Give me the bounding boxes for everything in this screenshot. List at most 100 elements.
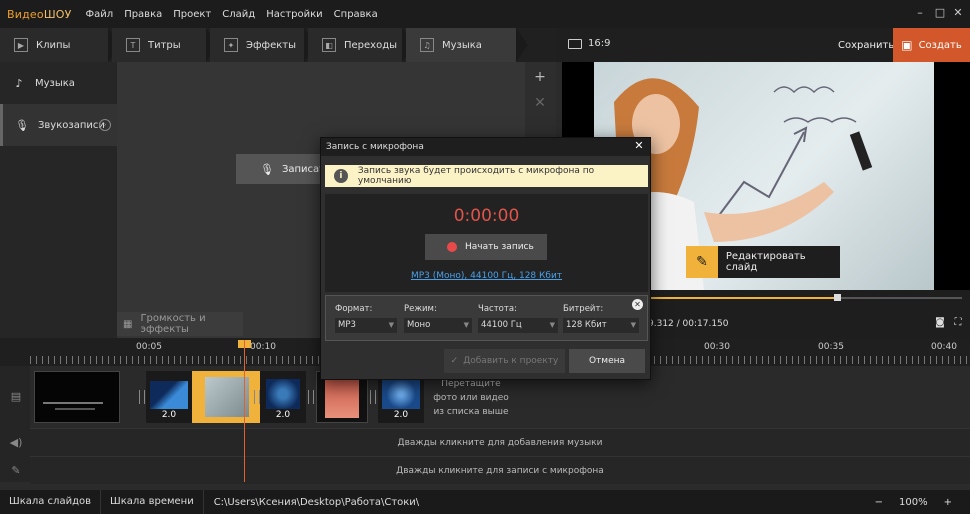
sidebar-item-label: Звукозаписи: [38, 119, 105, 131]
drag-handle[interactable]: [308, 390, 314, 404]
check-icon: ✓: [450, 356, 459, 366]
tab-music[interactable]: ♫ Музыка: [406, 28, 516, 62]
fullscreen-icon[interactable]: ⛶: [952, 317, 964, 329]
wand-icon: ✦: [224, 38, 238, 52]
bitrate-select[interactable]: 128 Кбит ▼: [563, 318, 639, 333]
save-button[interactable]: Сохранить: [838, 40, 894, 51]
transition-icon: ◧: [322, 38, 336, 52]
tab-label: Титры: [148, 39, 181, 51]
text-icon: T: [126, 38, 140, 52]
timecode: 9.312 / 00:17.150: [648, 319, 729, 329]
record-button[interactable]: 🎙 Записать: [236, 154, 331, 184]
add-icon[interactable]: +: [533, 70, 547, 84]
chevron-right-icon: ›: [99, 119, 111, 131]
tick-label: 00:30: [704, 342, 730, 352]
close-icon[interactable]: ✕: [950, 5, 966, 21]
sidebar-item-recordings[interactable]: 🎙 Звукозаписи ›: [0, 104, 117, 146]
menu-project[interactable]: Проект: [173, 9, 211, 20]
edit-slide-label: Редактировать слайд: [725, 251, 806, 273]
tab-clips[interactable]: ▶ Клипы: [0, 28, 108, 62]
play-icon: ▶: [14, 38, 28, 52]
minimize-icon[interactable]: –: [912, 5, 928, 21]
music-track-hint: Дважды кликните для добавления музыки: [397, 438, 603, 448]
dialog-notice: i Запись звука будет происходить с микро…: [325, 165, 648, 187]
menu-edit[interactable]: Правка: [124, 9, 162, 20]
pencil-icon: ✎: [686, 246, 718, 278]
menu-help[interactable]: Справка: [334, 9, 378, 20]
add-to-project-label: Добавить к проекту: [463, 356, 559, 366]
transition-duration: 2.0: [161, 410, 177, 420]
progress-slider[interactable]: [650, 294, 962, 301]
tab-separator: [516, 28, 528, 62]
music-track[interactable]: Дважды кликните для добавления музыки: [30, 428, 970, 456]
slide-thumbnail-selected[interactable]: [192, 371, 260, 423]
record-dot-icon: [447, 242, 457, 252]
dialog-title: Запись с микрофона: [321, 138, 650, 156]
tab-label: Музыка: [442, 39, 482, 51]
tab-titles[interactable]: T Титры: [112, 28, 206, 62]
tab-time-scale[interactable]: Шкала времени: [101, 490, 204, 514]
create-label: Создать: [918, 39, 962, 51]
zoom-level: 100%: [899, 496, 928, 508]
cancel-button[interactable]: Отмена: [569, 349, 645, 373]
tab-transitions[interactable]: ◧ Переходы: [308, 28, 402, 62]
menu-settings[interactable]: Настройки: [266, 9, 322, 20]
notice-text: Запись звука будет происходить с микрофо…: [357, 166, 595, 186]
volume-effects-label: Громкость и эффекты: [140, 313, 206, 335]
transition-duration: 2.0: [275, 410, 291, 420]
add-to-project-button[interactable]: ✓ Добавить к проекту: [444, 349, 565, 373]
bitrate-label: Битрейт:: [563, 304, 604, 314]
delete-icon[interactable]: ✕: [533, 96, 547, 110]
rate-value: 44100 Гц: [481, 320, 522, 330]
zoom-out-button[interactable]: −: [875, 497, 883, 508]
maximize-icon[interactable]: □: [932, 5, 948, 21]
mode-value: Моно: [407, 320, 431, 330]
chevron-down-icon: ▼: [463, 321, 469, 329]
drag-handle[interactable]: [139, 390, 145, 404]
speaker-icon: ◀): [9, 436, 23, 449]
volume-effects-icon: ▦: [123, 318, 133, 330]
volume-effects-button[interactable]: ▦ Громкость и эффекты: [117, 312, 243, 336]
music-icon: ♪: [15, 76, 23, 90]
microphone-icon: ✎: [11, 464, 21, 477]
track-gutter: ▤ ◀) ✎: [0, 366, 30, 482]
tab-label: Клипы: [36, 39, 71, 51]
zoom-in-button[interactable]: +: [944, 497, 952, 508]
snapshot-icon[interactable]: ◙: [934, 317, 946, 329]
music-note-icon: ♫: [420, 38, 434, 52]
start-record-button[interactable]: Начать запись: [425, 234, 547, 260]
record-timer: 0:00:00: [453, 206, 520, 226]
preview-header: 16:9 Сохранить ▣ Создать: [556, 28, 970, 62]
menu-slide[interactable]: Слайд: [222, 9, 255, 20]
project-path: C:\Users\Ксения\Desktop\Работа\Стоки\: [213, 496, 420, 508]
drag-handle[interactable]: [370, 390, 376, 404]
mic-track[interactable]: Дважды кликните для записи с микрофона: [30, 456, 970, 484]
format-link[interactable]: MP3 (Моно), 44100 Гц, 128 Кбит: [325, 271, 648, 281]
sidebar-item-music[interactable]: ♪ Музыка: [0, 62, 117, 104]
tick-label: 00:40: [931, 342, 957, 352]
menu-bar: ВидеоШОУ Файл Правка Проект Слайд Настро…: [0, 0, 970, 28]
slide-thumbnail[interactable]: [34, 371, 120, 423]
create-button[interactable]: ▣ Создать: [893, 28, 970, 62]
menu-file[interactable]: Файл: [86, 9, 114, 20]
edit-slide-button[interactable]: ✎ Редактировать слайд: [686, 246, 840, 278]
settings-panel: Формат: MP3 ▼ Режим: Моно ▼ Частота: 441…: [325, 295, 648, 341]
progress-handle[interactable]: [834, 294, 842, 301]
transition-thumbnail[interactable]: 2.0: [146, 371, 192, 423]
aspect-ratio-button[interactable]: 16:9: [568, 38, 610, 49]
tab-effects[interactable]: ✦ Эффекты: [210, 28, 304, 62]
transition-thumbnail[interactable]: 2.0: [260, 371, 306, 423]
tab-slide-scale[interactable]: Шкала слайдов: [0, 490, 102, 514]
sidebar-item-label: Музыка: [35, 77, 75, 89]
monitor-icon: [568, 38, 582, 49]
mode-select[interactable]: Моно ▼: [404, 318, 472, 333]
film-icon: ▣: [901, 38, 913, 52]
close-settings-icon[interactable]: ✕: [632, 299, 643, 310]
film-icon: ▤: [10, 390, 22, 403]
rate-select[interactable]: 44100 Гц ▼: [478, 318, 558, 333]
close-icon[interactable]: ✕: [633, 140, 645, 152]
chevron-down-icon: ▼: [388, 321, 394, 329]
format-select[interactable]: MP3 ▼: [335, 318, 397, 333]
bitrate-value: 128 Кбит: [566, 320, 607, 330]
format-label: Формат:: [335, 304, 373, 314]
